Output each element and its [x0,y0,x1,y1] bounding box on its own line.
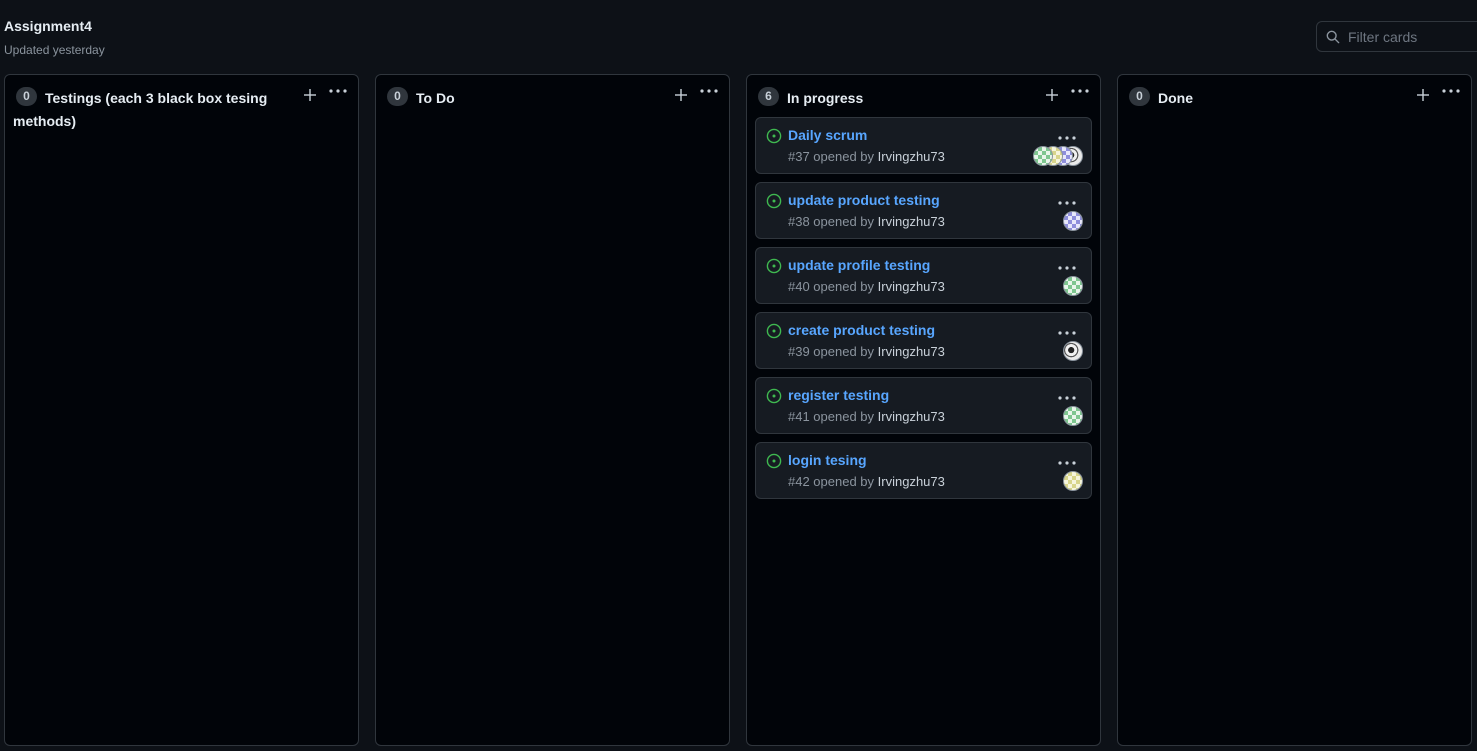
column-header: 0 Done [1118,75,1471,115]
search-icon [1326,30,1340,44]
column-title: In progress [787,90,864,106]
card-menu-icon[interactable] [1057,453,1077,465]
issue-meta-text: #39 opened by [788,344,875,359]
assignee-avatars [1063,406,1083,426]
issue-title-link[interactable]: Daily scrum [788,127,867,143]
project-title: Assignment4 [4,18,92,34]
issue-card[interactable]: login tesing #42 opened by Irvingzhu73 [755,442,1092,499]
column-2: 6 In progress Daily scrum #37 opened by Irv… [746,74,1101,746]
issue-opened-icon [766,128,782,144]
card-menu-icon[interactable] [1057,193,1077,205]
column-menu-icon[interactable] [1070,88,1090,104]
plus-icon[interactable] [302,87,318,103]
assignee-avatars [1063,211,1083,231]
issue-meta: #37 opened by Irvingzhu73 [788,149,945,164]
column-3: 0 Done [1117,74,1472,746]
issue-opened-icon [766,193,782,209]
issue-opened-icon [766,258,782,274]
plus-icon[interactable] [1044,87,1060,103]
card-menu-icon[interactable] [1057,388,1077,400]
plus-icon[interactable] [1415,87,1431,103]
issue-title-link[interactable]: login tesing [788,452,867,468]
avatar[interactable] [1063,406,1083,426]
plus-icon[interactable] [673,87,689,103]
card-menu-icon[interactable] [1057,258,1077,270]
avatar[interactable] [1063,471,1083,491]
issue-author-link[interactable]: Irvingzhu73 [878,409,945,424]
assignee-avatars [1063,276,1083,296]
column-menu-icon[interactable] [328,88,348,104]
issue-author-link[interactable]: Irvingzhu73 [878,149,945,164]
issue-meta: #40 opened by Irvingzhu73 [788,279,945,294]
issue-meta-text: #42 opened by [788,474,875,489]
issue-opened-icon [766,453,782,469]
column-menu-icon[interactable] [699,88,719,104]
column-header: 6 In progress [747,75,1100,115]
issue-opened-icon [766,388,782,404]
issue-meta: #41 opened by Irvingzhu73 [788,409,945,424]
issue-meta: #42 opened by Irvingzhu73 [788,474,945,489]
column-title: Done [1158,90,1193,106]
column-title: To Do [416,90,455,106]
card-menu-icon[interactable] [1057,128,1077,140]
avatar[interactable] [1063,276,1083,296]
issue-title-link[interactable]: update product testing [788,192,940,208]
issue-opened-icon [766,323,782,339]
assignee-avatars [1063,341,1083,361]
project-updated-text: Updated yesterday [4,43,105,57]
card-menu-icon[interactable] [1057,323,1077,335]
issue-card[interactable]: create product testing #39 opened by Irvi… [755,312,1092,369]
issue-card[interactable]: update product testing #38 opened by Irvi… [755,182,1092,239]
issue-author-link[interactable]: Irvingzhu73 [878,279,945,294]
issue-meta: #38 opened by Irvingzhu73 [788,214,945,229]
issue-meta-text: #38 opened by [788,214,875,229]
column-header: 0 To Do [376,75,729,115]
avatar[interactable] [1063,211,1083,231]
issue-author-link[interactable]: Irvingzhu73 [878,214,945,229]
avatar[interactable] [1033,146,1053,166]
avatar[interactable] [1063,341,1083,361]
project-header: Assignment4 Updated yesterday [0,0,1477,70]
issue-author-link[interactable]: Irvingzhu73 [878,344,945,359]
filter-cards-input[interactable] [1348,22,1477,51]
issue-card[interactable]: update profile testing #40 opened by Irvi… [755,247,1092,304]
issue-meta-text: #37 opened by [788,149,875,164]
issue-title-link[interactable]: register testing [788,387,889,403]
issue-title-link[interactable]: create product testing [788,322,935,338]
issue-meta: #39 opened by Irvingzhu73 [788,344,945,359]
assignee-avatars [1033,146,1083,166]
issue-card[interactable]: Daily scrum #37 opened by Irvingzhu73 [755,117,1092,174]
column-menu-icon[interactable] [1441,88,1461,104]
issue-meta-text: #41 opened by [788,409,875,424]
column-1: 0 To Do [375,74,730,746]
assignee-avatars [1063,471,1083,491]
column-0: 0 Testings (each 3 black box tesing metho… [4,74,359,746]
column-header: 0 Testings (each 3 black box tesing metho… [5,75,358,129]
issue-title-link[interactable]: update profile testing [788,257,930,273]
issue-meta-text: #40 opened by [788,279,875,294]
filter-cards-field[interactable] [1316,21,1477,52]
issue-author-link[interactable]: Irvingzhu73 [878,474,945,489]
issue-card[interactable]: register testing #41 opened by Irvingzhu7… [755,377,1092,434]
column-title: Testings (each 3 black box tesing method… [13,90,268,129]
